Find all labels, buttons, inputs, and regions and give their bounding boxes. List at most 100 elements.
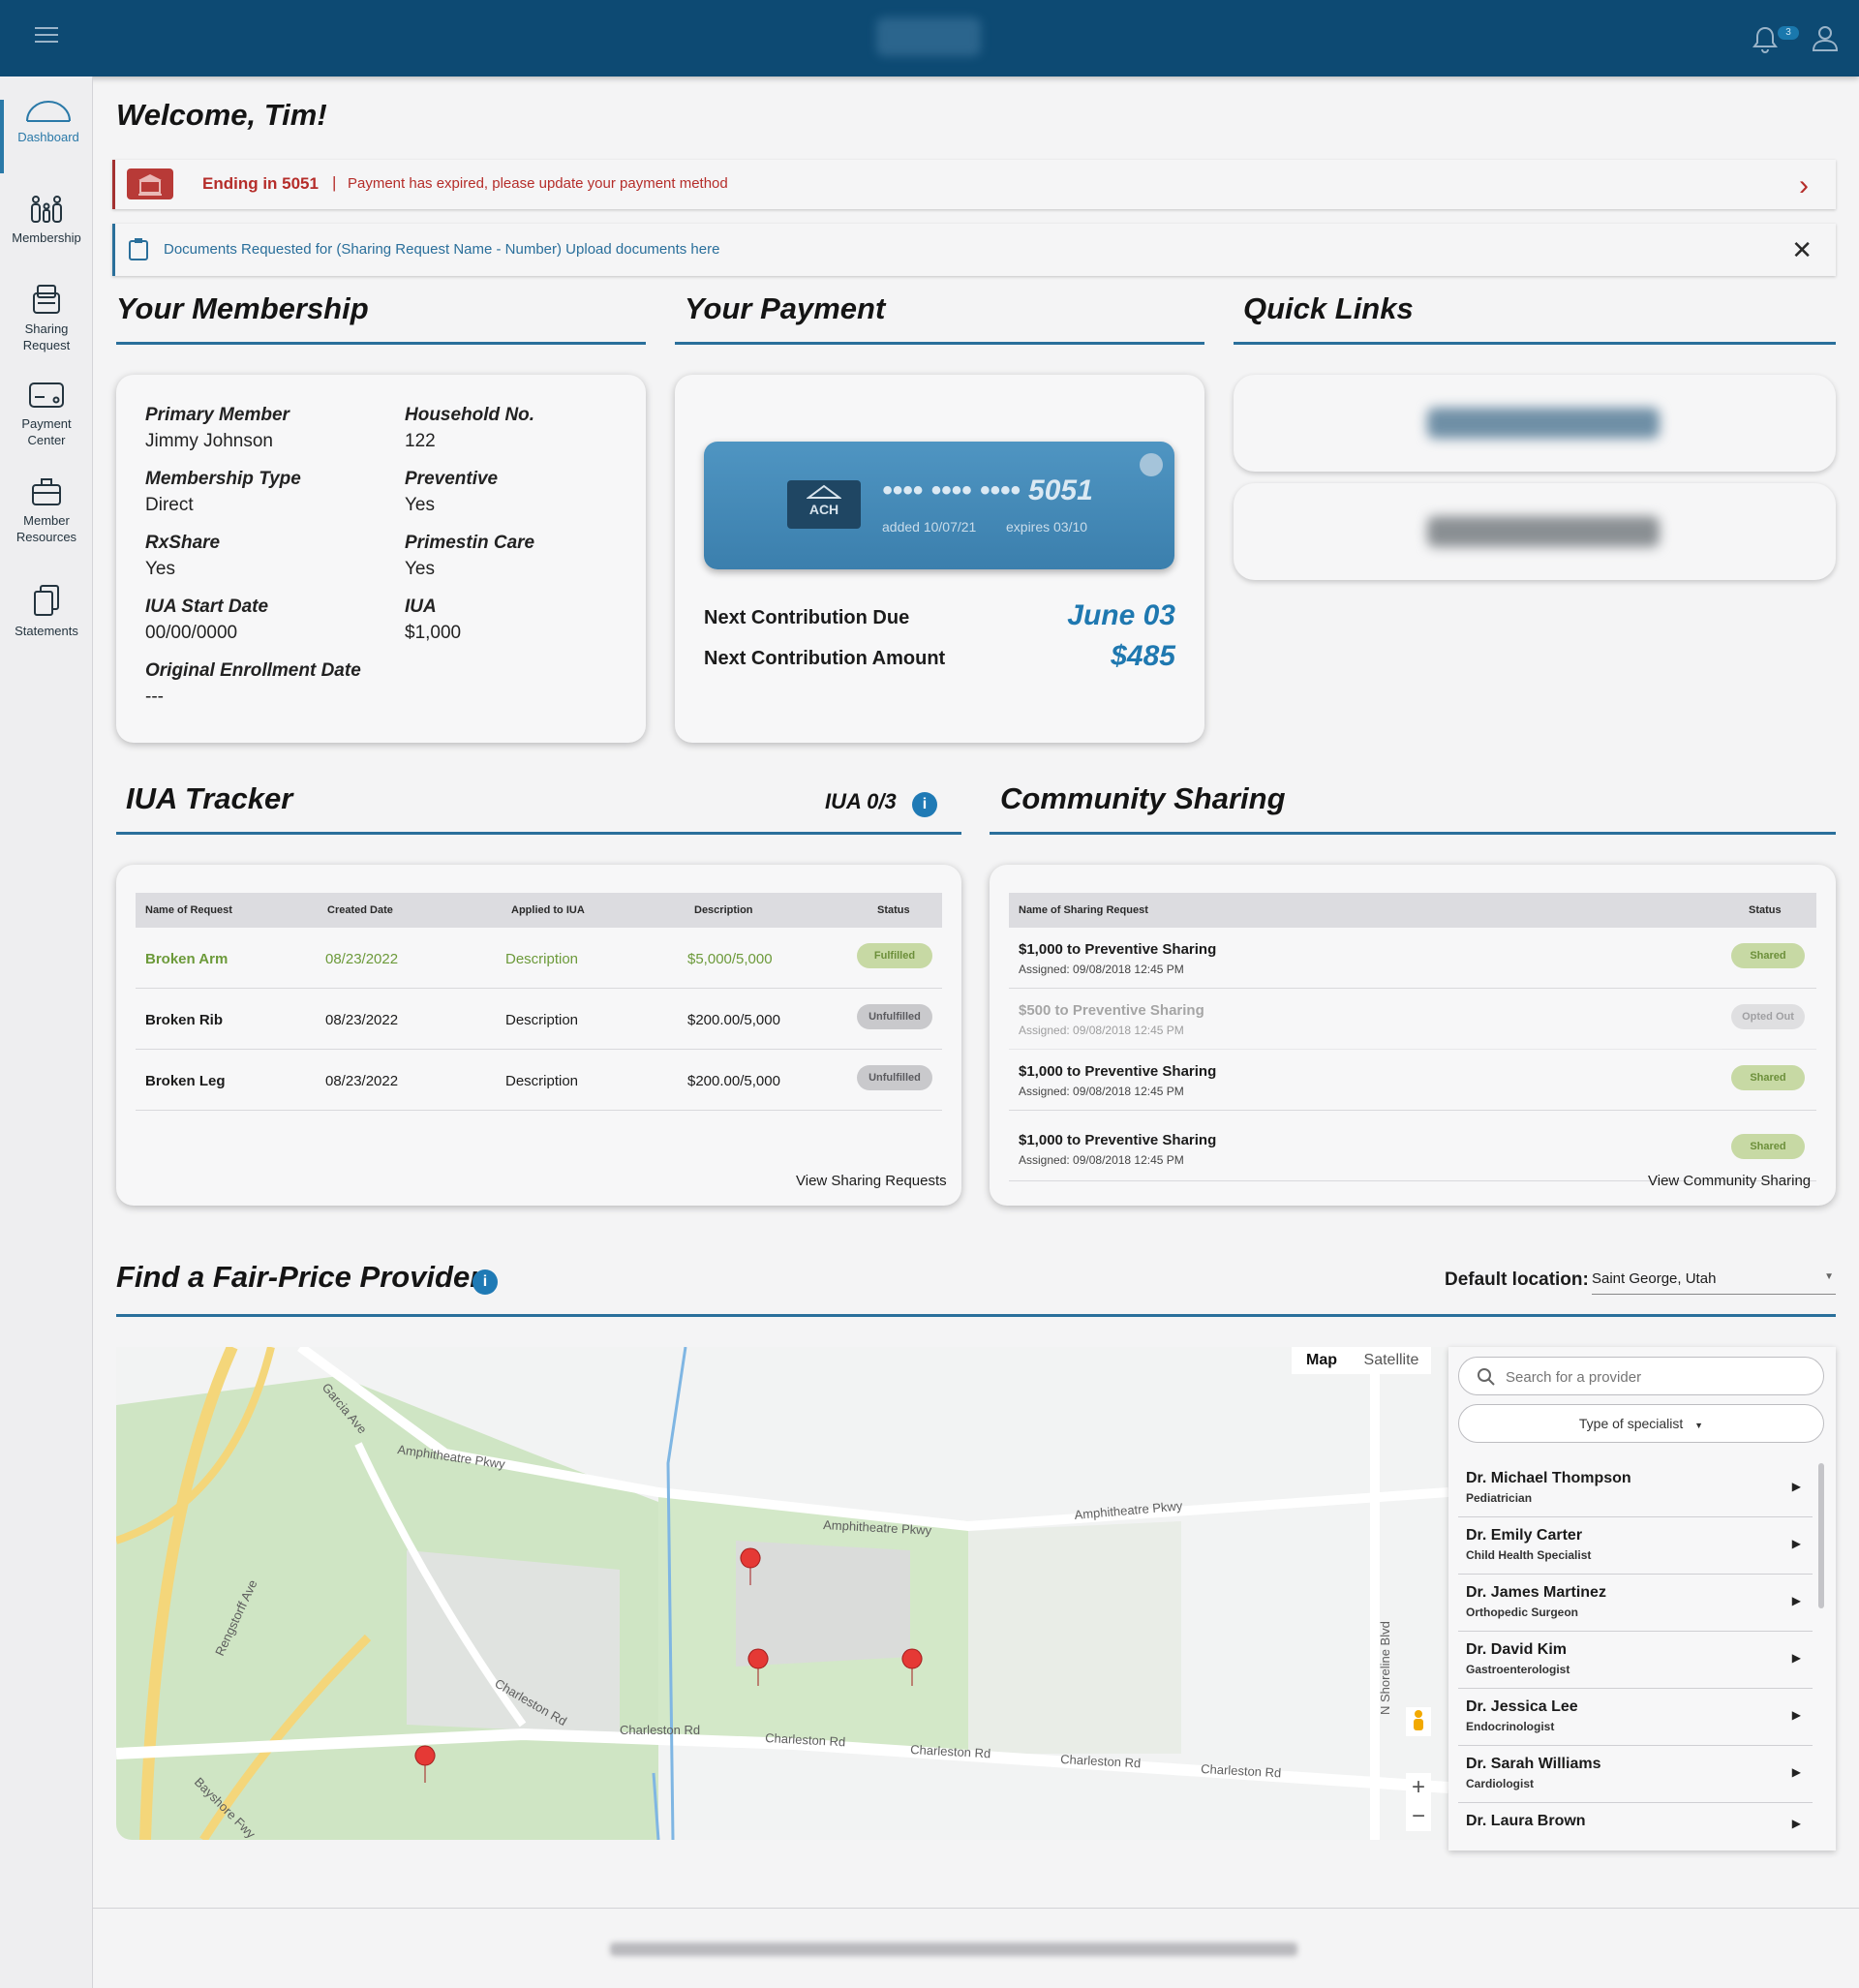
table-row[interactable]: Broken Leg 08/23/2022 Description $200.0… xyxy=(136,1050,942,1111)
status-badge: Unfulfilled xyxy=(857,1004,932,1029)
next-due-value: June 03 xyxy=(1067,599,1175,631)
satellite-view-tab[interactable]: Satellite xyxy=(1352,1347,1431,1374)
street-view-pegman-icon[interactable] xyxy=(1406,1707,1431,1736)
table-header: Name of Sharing Request Status xyxy=(1009,893,1816,928)
alert-separator: | xyxy=(332,173,337,192)
provider-specialty: Gastroenterologist xyxy=(1466,1663,1570,1676)
info-icon[interactable]: i xyxy=(472,1269,498,1295)
expiry-date: expires 03/10 xyxy=(1006,519,1088,535)
documents-requested-alert: Documents Requested for (Sharing Request… xyxy=(112,224,1836,276)
provider-list-item[interactable]: Dr. Emily Carter Child Health Specialist… xyxy=(1458,1517,1813,1575)
footer-copyright xyxy=(610,1942,1297,1956)
description: $5,000/5,000 xyxy=(687,951,773,967)
chevron-right-icon[interactable]: › xyxy=(1799,169,1809,202)
table-row[interactable]: Broken Arm 08/23/2022 Description $5,000… xyxy=(136,928,942,989)
field-label: IUA xyxy=(405,596,437,617)
provider-list-item[interactable]: Dr. Michael Thompson Pediatrician ▶ xyxy=(1458,1460,1813,1517)
provider-list-item[interactable]: Dr. Laura Brown ▶ xyxy=(1458,1803,1813,1842)
provider-list-item[interactable]: Dr. David Kim Gastroenterologist ▶ xyxy=(1458,1632,1813,1689)
field-value: Yes xyxy=(405,559,435,579)
table-row[interactable]: $1,000 to Preventive Sharing Assigned: 0… xyxy=(1009,1050,1816,1111)
specialist-type-dropdown[interactable]: Type of specialist ▼ xyxy=(1458,1404,1824,1443)
sharing-request-name: $1,000 to Preventive Sharing xyxy=(1019,1063,1217,1080)
upload-documents-link[interactable]: Documents Requested for (Sharing Request… xyxy=(164,241,719,258)
payment-expired-alert[interactable]: Ending in 5051 | Payment has expired, pl… xyxy=(112,160,1836,209)
street-label: N Shoreline Blvd xyxy=(1378,1621,1392,1715)
provider-list-item[interactable]: Dr. Sarah Williams Cardiologist ▶ xyxy=(1458,1746,1813,1803)
view-sharing-requests-link[interactable]: View Sharing Requests xyxy=(796,1173,947,1189)
street-label: Charleston Rd xyxy=(620,1723,700,1737)
default-location-label: Default location: xyxy=(1445,1269,1589,1290)
sidebar-item-membership[interactable]: Membership xyxy=(0,195,93,246)
ach-payment-method[interactable]: ACH •••• •••• •••• 5051 added 10/07/21 e… xyxy=(704,442,1174,569)
quick-link-logo xyxy=(1427,516,1660,547)
provider-name: Dr. Michael Thompson xyxy=(1466,1470,1631,1486)
field-label: Preventive xyxy=(405,469,499,489)
provider-name: Dr. Sarah Williams xyxy=(1466,1756,1601,1772)
community-sharing-title: Community Sharing xyxy=(1000,781,1286,815)
applied-to-iua: Description xyxy=(505,1012,579,1028)
sidebar-item-label: Member Resources xyxy=(15,513,77,544)
provider-search-input[interactable] xyxy=(1506,1366,1796,1388)
next-amount-value: $485 xyxy=(1111,640,1175,672)
provider-list-item[interactable]: Dr. James Martinez Orthopedic Surgeon ▶ xyxy=(1458,1575,1813,1632)
provider-map[interactable]: Amphitheatre Pkwy Amphitheatre Pkwy Amph… xyxy=(116,1347,1448,1840)
field-label: IUA Start Date xyxy=(145,596,269,617)
table-row[interactable]: $1,000 to Preventive Sharing Assigned: 0… xyxy=(1009,1111,1816,1181)
view-community-sharing-link[interactable]: View Community Sharing xyxy=(1648,1173,1811,1189)
sidebar-item-dashboard[interactable]: Dashboard xyxy=(0,100,93,173)
dashboard-gauge-icon xyxy=(26,101,71,122)
column-header: Applied to IUA xyxy=(511,904,585,916)
quick-link-1[interactable] xyxy=(1234,375,1836,472)
sidebar-item-label: Dashboard xyxy=(17,130,79,144)
section-divider xyxy=(116,1314,1836,1317)
close-icon[interactable]: ✕ xyxy=(1791,235,1813,265)
zoom-controls[interactable]: + − xyxy=(1406,1773,1431,1831)
sharing-request-name: $1,000 to Preventive Sharing xyxy=(1019,1132,1217,1148)
map-view-tab[interactable]: Map xyxy=(1292,1347,1352,1374)
description: $200.00/5,000 xyxy=(687,1073,780,1089)
next-amount-label: Next Contribution Amount xyxy=(704,648,946,669)
sidebar-item-sharing-request[interactable]: Sharing Request xyxy=(0,284,93,353)
created-date: 08/23/2022 xyxy=(325,1012,399,1028)
quick-link-2[interactable] xyxy=(1234,483,1836,580)
zoom-in-icon[interactable]: + xyxy=(1406,1773,1431,1802)
provider-name: Dr. Laura Brown xyxy=(1466,1813,1586,1829)
provider-search-field[interactable] xyxy=(1458,1357,1824,1395)
default-location-select[interactable]: Saint George, Utah ▼ xyxy=(1592,1266,1836,1295)
assigned-date: Assigned: 09/08/2018 12:45 PM xyxy=(1019,1024,1184,1037)
sharing-request-name: $1,000 to Preventive Sharing xyxy=(1019,941,1217,958)
location-value: Saint George, Utah xyxy=(1592,1270,1717,1287)
caret-right-icon: ▶ xyxy=(1791,1817,1801,1830)
table-row[interactable]: $1,000 to Preventive Sharing Assigned: 0… xyxy=(1009,928,1816,989)
table-row[interactable]: Broken Rib 08/23/2022 Description $200.0… xyxy=(136,989,942,1050)
table-row[interactable]: $500 to Preventive Sharing Assigned: 09/… xyxy=(1009,989,1816,1050)
section-divider xyxy=(116,342,646,345)
edit-pencil-icon[interactable] xyxy=(1140,453,1163,476)
user-profile-icon[interactable] xyxy=(1811,23,1840,52)
sharing-request-icon xyxy=(33,285,60,314)
membership-card: Primary Member Jimmy Johnson Household N… xyxy=(116,375,646,743)
provider-list-item[interactable]: Dr. Jessica Lee Endocrinologist ▶ xyxy=(1458,1689,1813,1746)
field-value: Yes xyxy=(405,495,435,515)
ach-bank-icon: ACH xyxy=(787,480,861,529)
provider-name: Dr. Jessica Lee xyxy=(1466,1698,1578,1715)
column-header: Created Date xyxy=(327,904,393,916)
status-badge: Unfulfilled xyxy=(857,1065,932,1090)
sidebar-item-member-resources[interactable]: Member Resources xyxy=(0,477,93,545)
info-icon[interactable]: i xyxy=(912,792,937,817)
request-name: Broken Arm xyxy=(145,951,229,967)
sidebar-item-label: Membership xyxy=(12,230,81,245)
documents-icon xyxy=(34,585,59,616)
zoom-out-icon[interactable]: − xyxy=(1406,1802,1431,1831)
quick-link-logo xyxy=(1427,408,1660,439)
field-value: 122 xyxy=(405,431,436,451)
sidebar-item-payment-center[interactable]: Payment Center xyxy=(0,381,93,448)
description: $200.00/5,000 xyxy=(687,1012,780,1028)
bell-icon[interactable] xyxy=(1752,25,1778,54)
next-due-label: Next Contribution Due xyxy=(704,607,910,628)
hamburger-menu-icon[interactable] xyxy=(35,27,58,46)
scrollbar-thumb[interactable] xyxy=(1818,1463,1824,1608)
family-icon xyxy=(31,196,62,223)
sidebar-item-statements[interactable]: Statements xyxy=(0,584,93,639)
